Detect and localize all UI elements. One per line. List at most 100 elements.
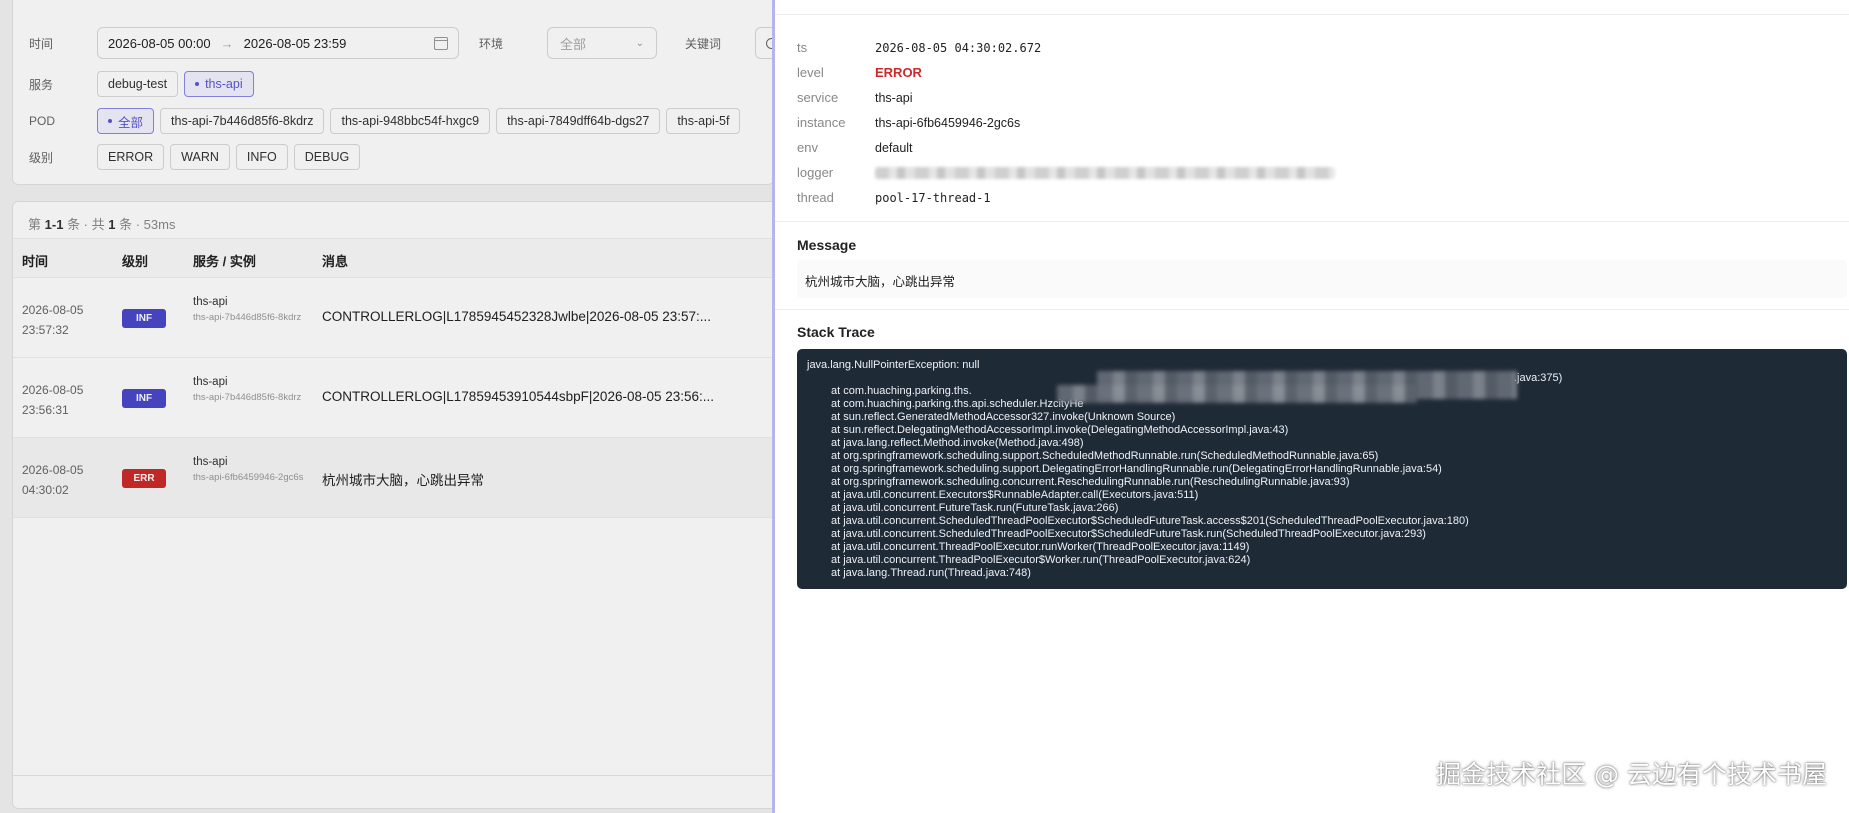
row-clock: 23:56:31 — [22, 403, 69, 417]
row-time: 2026-08-05 04:30:02 — [22, 460, 102, 500]
row-service: ths-api ths-api-7b446d85f6-8kdrz — [193, 376, 305, 405]
row-time: 2026-08-05 23:57:32 — [22, 300, 102, 340]
service-chip-debug-test[interactable]: debug-test — [97, 71, 179, 97]
redacted-value — [875, 166, 1335, 179]
pod-chip[interactable]: ths-api-7849dff64b-dgs27 — [496, 108, 661, 134]
pod-chip-label: 全部 — [118, 115, 144, 130]
summary-range: 1-1 — [44, 217, 64, 232]
field-key: logger — [797, 165, 834, 180]
field-ts: ts 2026-08-05 04:30:02.672 — [797, 40, 1041, 55]
row-message: 杭州城市大脑，心跳出异常 — [322, 473, 484, 488]
env-select[interactable]: 全部 ⌄ — [547, 27, 657, 59]
row-message: CONTROLLERLOG|L17859453910544sbpF|2026-0… — [322, 389, 715, 404]
service-chip-ths-api[interactable]: ths-api — [184, 71, 254, 97]
row-clock: 04:30:02 — [22, 483, 69, 497]
row-service: ths-api ths-api-6fb6459946-2gc6s — [193, 456, 305, 485]
level-chip-info[interactable]: INFO — [235, 144, 288, 170]
row-date: 2026-08-05 — [22, 463, 84, 477]
stack-line: at sun.reflect.GeneratedMethodAccessor32… — [831, 411, 1176, 423]
stack-trace-block: java.lang.NullPointerException: null .ja… — [797, 349, 1847, 589]
table-row-selected[interactable]: 2026-08-05 04:30:02 ERR ths-api ths-api-6f… — [13, 438, 773, 518]
table-row[interactable]: 2026-08-05 23:56:31 INF ths-api ths-api-7b… — [13, 358, 773, 438]
filter-row-service: 服务 debug-test ths-api — [29, 71, 260, 97]
time-end[interactable]: 2026-08-05 23:59 — [244, 36, 347, 51]
stack-line: at java.lang.Thread.run(Thread.java:748) — [831, 567, 1031, 579]
field-thread: thread pool-17-thread-1 — [797, 190, 991, 205]
watermark-text: 掘金技术社区 @ 云边有个技术书屋 — [1436, 760, 1827, 789]
field-value: 2026-08-05 04:30:02.672 — [875, 40, 1042, 55]
range-arrow-icon: → — [220, 35, 234, 51]
pod-chip[interactable]: ths-api-948bbc54f-hxgc9 — [330, 108, 491, 134]
log-detail-drawer: ts 2026-08-05 04:30:02.672 level ERROR ser… — [772, 0, 1849, 813]
message-section-title: Message — [797, 237, 857, 253]
pod-chip-all[interactable]: 全部 — [97, 108, 155, 134]
stack-line: at java.util.concurrent.FutureTask.run(F… — [831, 502, 1119, 514]
column-level: 级别 — [122, 254, 149, 269]
row-message: CONTROLLERLOG|L1785945452328Jwlbe|2026-0… — [322, 309, 712, 324]
row-level: ERR — [122, 469, 166, 488]
stack-line: at java.util.concurrent.ScheduledThreadP… — [831, 515, 1469, 527]
section-divider — [775, 221, 1849, 222]
log-table-card: 第 1-1 条 · 共 1 条 · 53ms 时间 级别 服务 / 实例 消息 … — [12, 201, 774, 809]
result-summary: 第 1-1 条 · 共 1 条 · 53ms — [28, 214, 175, 233]
row-instance: ths-api-7b446d85f6-8kdrz — [193, 312, 302, 323]
field-key: ts — [797, 40, 808, 55]
table-footer-divider — [13, 775, 773, 776]
row-instance: ths-api-7b446d85f6-8kdrz — [193, 392, 302, 403]
level-badge: INF — [122, 309, 166, 328]
field-level: level ERROR — [797, 65, 922, 80]
field-logger: logger — [797, 165, 1335, 180]
stack-line: at java.lang.reflect.Method.invoke(Metho… — [831, 437, 1084, 449]
service-chip-label: ths-api — [205, 77, 243, 91]
field-value: default — [875, 140, 913, 155]
pod-chip[interactable]: ths-api-5f — [666, 108, 741, 134]
stack-line: at org.springframework.scheduling.suppor… — [831, 450, 1379, 462]
keyword-label: 关键词 — [685, 36, 722, 51]
field-value: ths-api — [875, 90, 913, 105]
level-badge: ERR — [122, 469, 166, 488]
column-service: 服务 / 实例 — [193, 254, 256, 269]
service-label: 服务 — [29, 77, 54, 92]
level-chip-warn[interactable]: WARN — [170, 144, 230, 170]
stack-line: at org.springframework.scheduling.suppor… — [831, 463, 1442, 475]
row-level: INF — [122, 309, 166, 328]
field-key: service — [797, 90, 839, 105]
summary-suffix: 条 · 53ms — [119, 217, 176, 232]
column-time: 时间 — [22, 254, 49, 269]
stack-line: at java.util.concurrent.ScheduledThreadP… — [831, 528, 1426, 540]
row-service: ths-api ths-api-7b446d85f6-8kdrz — [193, 296, 305, 325]
field-key: instance — [797, 115, 846, 130]
level-chip-error[interactable]: ERROR — [97, 144, 165, 170]
selected-dot-icon — [108, 119, 112, 123]
row-date: 2026-08-05 — [22, 383, 84, 397]
stack-line: at java.util.concurrent.Executors$Runnab… — [831, 489, 1199, 501]
summary-prefix: 第 — [28, 217, 42, 232]
drawer-header-divider — [775, 14, 1849, 15]
row-date: 2026-08-05 — [22, 303, 84, 317]
level-badge: INF — [122, 389, 166, 408]
stack-line: at org.springframework.scheduling.concur… — [831, 476, 1350, 488]
summary-total: 1 — [108, 217, 116, 232]
table-header: 时间 级别 服务 / 实例 消息 — [13, 238, 773, 278]
level-label: 级别 — [29, 150, 54, 165]
filter-panel: 时间 2026-08-05 00:00 → 2026-08-05 23:59 环… — [12, 0, 795, 185]
time-start[interactable]: 2026-08-05 00:00 — [108, 36, 211, 51]
time-label: 时间 — [29, 36, 54, 51]
chevron-down-icon: ⌄ — [635, 37, 644, 49]
level-chip-debug[interactable]: DEBUG — [293, 144, 361, 170]
pod-label: POD — [29, 114, 56, 128]
stack-line: at java.util.concurrent.ThreadPoolExecut… — [831, 554, 1251, 566]
stack-line: at java.util.concurrent.ThreadPoolExecut… — [831, 541, 1250, 553]
table-row[interactable]: 2026-08-05 23:57:32 INF ths-api ths-api-7b… — [13, 278, 773, 358]
filter-row-time: 时间 2026-08-05 00:00 → 2026-08-05 23:59 环… — [29, 27, 795, 59]
row-instance: ths-api-6fb6459946-2gc6s — [193, 472, 304, 483]
summary-mid: 条 · 共 — [67, 217, 105, 232]
log-list-page: 时间 2026-08-05 00:00 → 2026-08-05 23:59 环… — [0, 0, 795, 813]
field-value: ERROR — [875, 65, 922, 80]
row-clock: 23:57:32 — [22, 323, 69, 337]
field-value: pool-17-thread-1 — [875, 190, 991, 205]
pod-chip[interactable]: ths-api-7b446d85f6-8kdrz — [160, 108, 325, 134]
filter-row-pod: POD 全部 ths-api-7b446d85f6-8kdrz ths-api-… — [29, 108, 769, 134]
time-range-picker[interactable]: 2026-08-05 00:00 → 2026-08-05 23:59 — [97, 27, 459, 59]
section-divider — [775, 309, 1849, 310]
